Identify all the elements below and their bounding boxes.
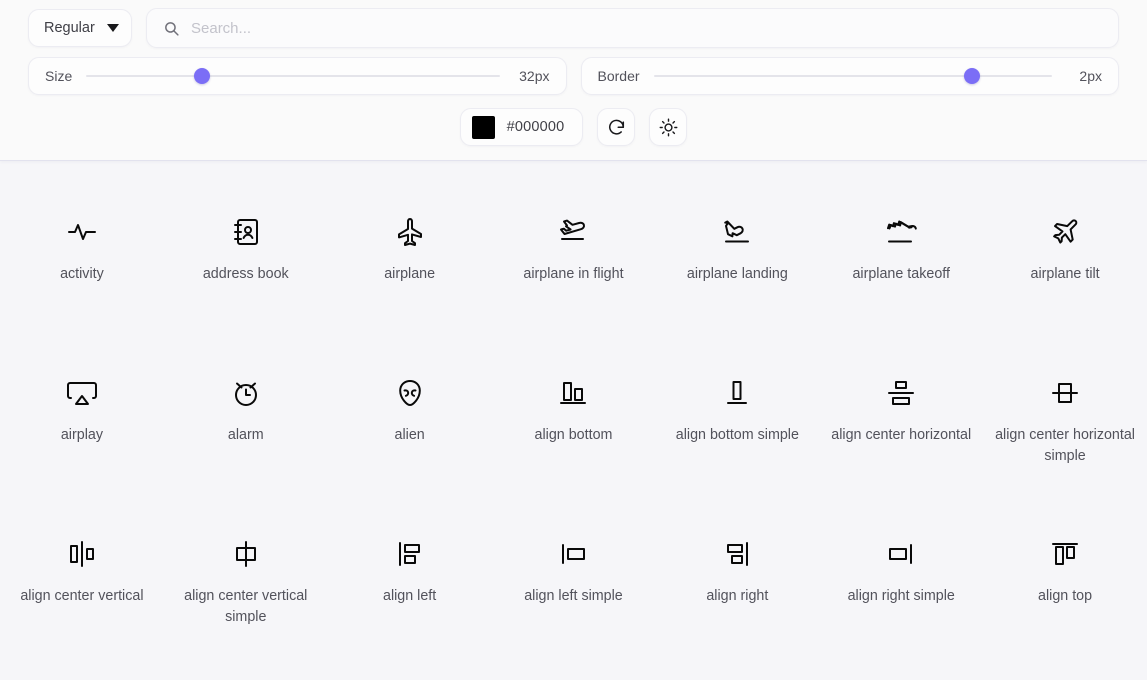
toolbar-row-sliders: Size 32px Border 2px xyxy=(28,57,1119,95)
icon-label: align center vertical simple xyxy=(184,588,308,625)
search-field[interactable] xyxy=(146,8,1119,48)
align-right-icon xyxy=(721,538,753,570)
icon-cell-airplay[interactable]: airplay xyxy=(0,358,164,519)
airplane-icon xyxy=(394,216,426,248)
alien-icon xyxy=(394,377,426,409)
icon-cell-align-center-horizontal[interactable]: align center horizontal xyxy=(819,358,983,519)
icon-label: airplay xyxy=(60,427,103,443)
icon-label: airplane tilt xyxy=(1030,266,1100,282)
size-slider-value: 32px xyxy=(519,68,550,84)
airplane-takeoff-icon xyxy=(885,216,918,248)
size-slider-label: Size xyxy=(45,68,73,84)
border-slider-value: 2px xyxy=(1079,68,1102,84)
align-left-icon xyxy=(394,538,426,570)
align-top-icon xyxy=(1049,538,1081,570)
align-center-vertical-icon xyxy=(66,538,98,570)
icon-cell-align-right-simple[interactable]: align right simple xyxy=(819,519,983,680)
color-swatch[interactable] xyxy=(471,115,495,139)
icon-cell-alien[interactable]: alien xyxy=(328,358,492,519)
color-picker[interactable]: #000000 xyxy=(459,108,584,146)
icon-label: activity xyxy=(60,266,104,282)
icon-label: alarm xyxy=(227,427,264,443)
toolbar-row-color: #000000 xyxy=(28,108,1119,146)
color-hex-value: #000000 xyxy=(506,119,565,135)
icon-cell-airplane-in-flight[interactable]: airplane in flight xyxy=(492,197,656,358)
icon-label: align top xyxy=(1038,588,1093,604)
border-slider-label: Border xyxy=(597,68,640,84)
icon-cell-align-bottom[interactable]: align bottom xyxy=(492,358,656,519)
align-center-horizontal-icon xyxy=(885,377,917,409)
toolbar-row-search: Regular xyxy=(28,8,1119,48)
icon-cell-align-center-vertical[interactable]: align center vertical xyxy=(0,519,164,680)
icon-cell-airplane-takeoff[interactable]: airplane takeoff xyxy=(819,197,983,358)
activity-icon xyxy=(66,216,98,248)
icon-label: align bottom simple xyxy=(675,427,799,443)
theme-toggle-button[interactable] xyxy=(649,108,688,146)
align-right-simple-icon xyxy=(885,538,917,570)
icon-grid: activity address book airplane airplane in … xyxy=(0,161,1147,680)
icon-cell-activity[interactable]: activity xyxy=(0,197,164,358)
border-slider[interactable] xyxy=(653,68,1052,84)
icon-cell-align-center-horizontal-simple[interactable]: align center horizontal simple xyxy=(983,358,1147,519)
icon-cell-align-right[interactable]: align right xyxy=(655,519,819,680)
icon-cell-align-bottom-simple[interactable]: align bottom simple xyxy=(655,358,819,519)
size-slider-knob[interactable] xyxy=(193,68,210,84)
icon-label: align left xyxy=(383,588,437,604)
icon-label: align right simple xyxy=(847,588,955,604)
airplane-tilt-icon xyxy=(1049,216,1081,248)
icon-label: alien xyxy=(394,427,425,443)
size-slider-card: Size 32px xyxy=(28,57,567,95)
align-left-simple-icon xyxy=(557,538,589,570)
airplane-landing-icon xyxy=(721,216,753,248)
refresh-icon xyxy=(608,119,624,134)
icon-cell-airplane-tilt[interactable]: airplane tilt xyxy=(983,197,1147,358)
airplay-icon xyxy=(66,377,98,409)
size-slider[interactable] xyxy=(86,68,500,84)
icon-cell-align-left-simple[interactable]: align left simple xyxy=(492,519,656,680)
align-center-vertical-simple-icon xyxy=(230,538,262,570)
font-weight-select[interactable]: Regular xyxy=(28,9,132,47)
align-center-horizontal-simple-icon xyxy=(1049,377,1081,409)
search-input[interactable] xyxy=(191,19,1102,37)
icon-cell-align-top[interactable]: align top xyxy=(983,519,1147,680)
align-bottom-icon xyxy=(557,377,589,409)
font-weight-value: Regular xyxy=(44,20,95,36)
icon-cell-airplane-landing[interactable]: airplane landing xyxy=(655,197,819,358)
reset-button[interactable] xyxy=(597,108,636,146)
icon-cell-alarm[interactable]: alarm xyxy=(164,358,328,519)
border-slider-card: Border 2px xyxy=(580,57,1119,95)
size-slider-track xyxy=(86,75,500,77)
icon-label: airplane landing xyxy=(686,266,788,282)
icon-label: align left simple xyxy=(524,588,623,604)
icon-label: align center horizontal simple xyxy=(995,427,1135,464)
icon-label: airplane in flight xyxy=(523,266,624,282)
icon-label: align center vertical xyxy=(20,588,144,604)
alarm-icon xyxy=(230,377,262,409)
border-slider-knob[interactable] xyxy=(964,68,981,84)
icon-label: align center horizontal xyxy=(831,427,972,443)
align-bottom-simple-icon xyxy=(721,377,753,409)
icon-cell-align-center-vertical-simple[interactable]: align center vertical simple xyxy=(164,519,328,680)
icon-cell-airplane[interactable]: airplane xyxy=(328,197,492,358)
toolbar: Regular Size 32px Border 2p xyxy=(0,0,1147,161)
icon-label: airplane xyxy=(384,266,436,282)
address-book-icon xyxy=(230,216,262,248)
icon-cell-align-left[interactable]: align left xyxy=(328,519,492,680)
airplane-in-flight-icon xyxy=(557,216,589,248)
chevron-down-icon xyxy=(107,24,119,32)
sun-icon xyxy=(659,118,678,136)
icon-label: align bottom xyxy=(534,427,613,443)
border-slider-track xyxy=(653,75,1052,77)
icon-label: align right xyxy=(706,588,769,604)
search-icon xyxy=(165,21,179,36)
icon-cell-address-book[interactable]: address book xyxy=(164,197,328,358)
icon-label: address book xyxy=(202,266,289,282)
icon-label: airplane takeoff xyxy=(852,266,950,282)
